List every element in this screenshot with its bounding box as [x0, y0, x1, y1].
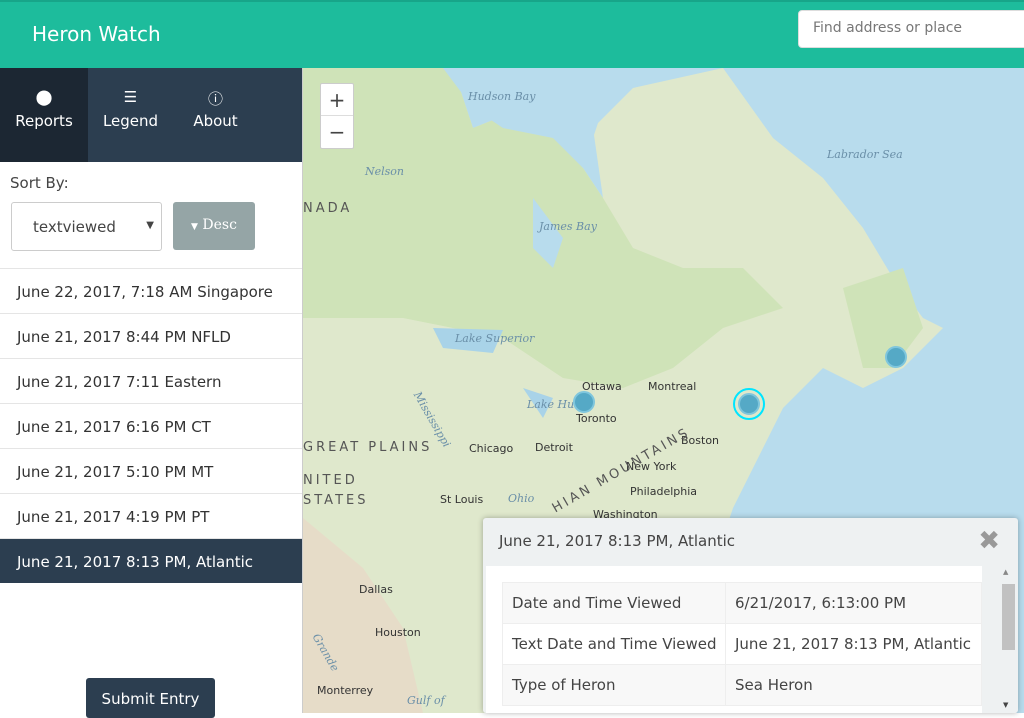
- map-label: NITED STATES: [303, 473, 369, 508]
- tab-label: About: [193, 112, 238, 130]
- table-row: Type of Heron Sea Heron: [502, 664, 982, 706]
- list-item-selected[interactable]: June 21, 2017 8:13 PM, Atlantic: [0, 538, 302, 583]
- sort-select-value: textviewed: [33, 218, 116, 236]
- dropdown-arrow-icon: ▼: [146, 220, 154, 231]
- map-label: Hudson Bay: [468, 90, 536, 103]
- map-label: Gulf of: [407, 694, 445, 707]
- table-row: Text Date and Time Viewed June 21, 2017 8…: [502, 623, 982, 665]
- map-label: GREAT PLAINS: [303, 440, 433, 455]
- map-label: Chicago: [469, 442, 514, 455]
- table-row: Date and Time Viewed 6/21/2017, 6:13:00 P…: [502, 582, 982, 624]
- map-label: Lake Superior: [455, 332, 535, 345]
- zoom-out-button[interactable]: −: [321, 116, 353, 148]
- tab-label: Legend: [102, 112, 159, 130]
- map-label: Nelson: [365, 165, 405, 178]
- map-label: Detroit: [535, 441, 573, 454]
- tab-reports[interactable]: ⬤ Reports: [0, 68, 88, 162]
- map-marker-icon: ⬤: [35, 88, 53, 106]
- map-label: Labrador Sea: [827, 148, 903, 161]
- tab-about[interactable]: ⓘ About: [173, 68, 258, 162]
- report-marker[interactable]: [885, 346, 907, 368]
- close-icon[interactable]: ✖: [978, 526, 1000, 556]
- map-label: Ohio: [508, 492, 535, 505]
- sort-order-label: Desc: [202, 217, 237, 233]
- map-label: Dallas: [359, 583, 393, 596]
- popup-scrollbar[interactable]: ▲ ▼: [999, 566, 1015, 713]
- map-label: Philadelphia: [630, 485, 698, 498]
- list-item[interactable]: June 21, 2017 5:10 PM MT: [0, 448, 302, 493]
- sidebar-tabs: ⬤ Reports ☰ Legend ⓘ About: [0, 68, 302, 162]
- info-icon: ⓘ: [207, 90, 223, 108]
- list-item[interactable]: June 21, 2017 8:44 PM NFLD: [0, 313, 302, 358]
- attribute-value: 6/21/2017, 6:13:00 PM: [725, 582, 982, 624]
- popup-body: Date and Time Viewed 6/21/2017, 6:13:00 P…: [486, 566, 982, 713]
- list-item[interactable]: June 22, 2017, 7:18 AM Singapore: [0, 268, 302, 313]
- list-icon: ☰: [123, 88, 138, 106]
- app-title: Heron Watch: [32, 22, 161, 46]
- sort-select[interactable]: textviewed ▼: [11, 202, 162, 251]
- sort-order-button[interactable]: ▼ Desc: [173, 202, 255, 250]
- map-label: Montreal: [648, 380, 697, 393]
- attribute-name: Text Date and Time Viewed: [502, 623, 726, 665]
- app-header: Heron Watch Find address or place: [0, 0, 1024, 68]
- map-label: James Bay: [539, 220, 597, 233]
- map-label: NADA: [303, 201, 353, 216]
- map-label: Monterrey: [317, 684, 374, 697]
- sort-label: Sort By:: [10, 174, 69, 192]
- zoom-control: + −: [320, 83, 354, 149]
- attribute-name: Type of Heron: [502, 664, 726, 706]
- caret-down-icon: ▼: [191, 222, 198, 232]
- popup-title: June 21, 2017 8:13 PM, Atlantic: [499, 532, 736, 550]
- map-label: Houston: [375, 626, 421, 639]
- info-popup: June 21, 2017 8:13 PM, Atlantic ✖ Date a…: [483, 518, 1018, 713]
- map-label: St Louis: [440, 493, 484, 506]
- report-marker[interactable]: [573, 391, 595, 413]
- sidebar: ⬤ Reports ☰ Legend ⓘ About Sort By: textvie…: [0, 68, 303, 718]
- zoom-in-button[interactable]: +: [321, 84, 353, 116]
- search-input[interactable]: Find address or place: [798, 10, 1024, 48]
- scrollbar-thumb[interactable]: [1002, 584, 1015, 650]
- submit-entry-button[interactable]: Submit Entry: [86, 678, 215, 718]
- list-item[interactable]: June 21, 2017 6:16 PM CT: [0, 403, 302, 448]
- map-label: Toronto: [576, 412, 617, 425]
- tab-label: Reports: [15, 112, 73, 130]
- list-item[interactable]: June 21, 2017 4:19 PM PT: [0, 493, 302, 538]
- tab-legend[interactable]: ☰ Legend: [88, 68, 173, 162]
- list-item[interactable]: June 21, 2017 7:11 Eastern: [0, 358, 302, 403]
- report-list: June 22, 2017, 7:18 AM Singapore June 21…: [0, 268, 302, 583]
- selected-report-marker[interactable]: [733, 388, 765, 420]
- attribute-name: Date and Time Viewed: [502, 582, 726, 624]
- scroll-up-icon[interactable]: ▲: [1003, 568, 1008, 576]
- attribute-value: Sea Heron: [725, 664, 982, 706]
- attribute-value: June 21, 2017 8:13 PM, Atlantic: [725, 623, 982, 665]
- scroll-down-icon[interactable]: ▼: [1003, 701, 1008, 709]
- attribute-table: Date and Time Viewed 6/21/2017, 6:13:00 P…: [502, 582, 982, 706]
